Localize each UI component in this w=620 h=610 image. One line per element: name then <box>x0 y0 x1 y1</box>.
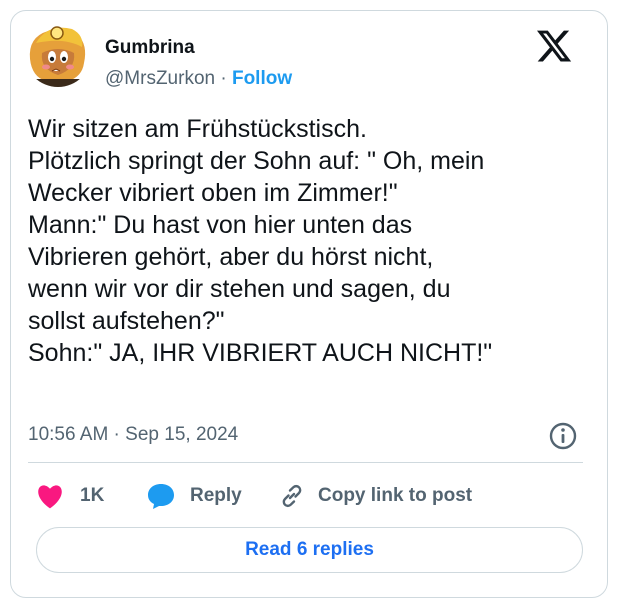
tweet-line: Wecker vibriert oben im Zimmer!" <box>28 179 398 207</box>
read-replies-button[interactable]: Read 6 replies <box>36 527 583 573</box>
tweet-line: Vibrieren gehört, aber du hörst nicht, <box>28 243 434 271</box>
reply-label: Reply <box>190 485 242 506</box>
tweet-line: Plötzlich springt der Sohn auf: " Oh, me… <box>28 147 485 175</box>
heart-icon <box>38 485 62 509</box>
link-icon <box>282 484 302 508</box>
copy-link-button[interactable]: Copy link to post <box>278 482 472 510</box>
avatar[interactable] <box>24 19 92 87</box>
divider <box>28 462 583 463</box>
like-button[interactable]: 1K <box>36 482 104 510</box>
author-handle[interactable]: @MrsZurkon <box>105 68 215 89</box>
author-display-name[interactable]: Gumbrina <box>105 37 195 59</box>
tweet-line: wenn wir vor dir stehen und sagen, du <box>28 275 451 303</box>
follow-button[interactable]: Follow <box>232 68 292 89</box>
tweet-text: Wir sitzen am Frühstückstisch. Plötzlich… <box>28 113 583 369</box>
like-count: 1K <box>80 485 105 506</box>
tweet-line: Sohn:" JA, IHR VIBRIERT AUCH NICHT!" <box>28 339 493 367</box>
copy-link-label: Copy link to post <box>318 485 473 506</box>
info-icon[interactable] <box>548 421 578 451</box>
tweet-timestamp[interactable]: 10:56 AM · Sep 15, 2024 <box>28 424 238 446</box>
handle-separator: · <box>215 68 232 89</box>
reply-button[interactable]: Reply <box>146 482 242 510</box>
tweet-line: Wir sitzen am Frühstückstisch. <box>28 115 367 143</box>
author-handle-row: @MrsZurkon · Follow <box>105 68 292 90</box>
speech-bubble-icon <box>148 484 174 509</box>
tweet-line: sollst aufstehen?" <box>28 307 225 335</box>
tweet-line: Mann:" Du hast von hier unten das <box>28 211 413 239</box>
read-replies-label: Read 6 replies <box>245 539 374 560</box>
x-logo-icon[interactable] <box>535 27 573 65</box>
